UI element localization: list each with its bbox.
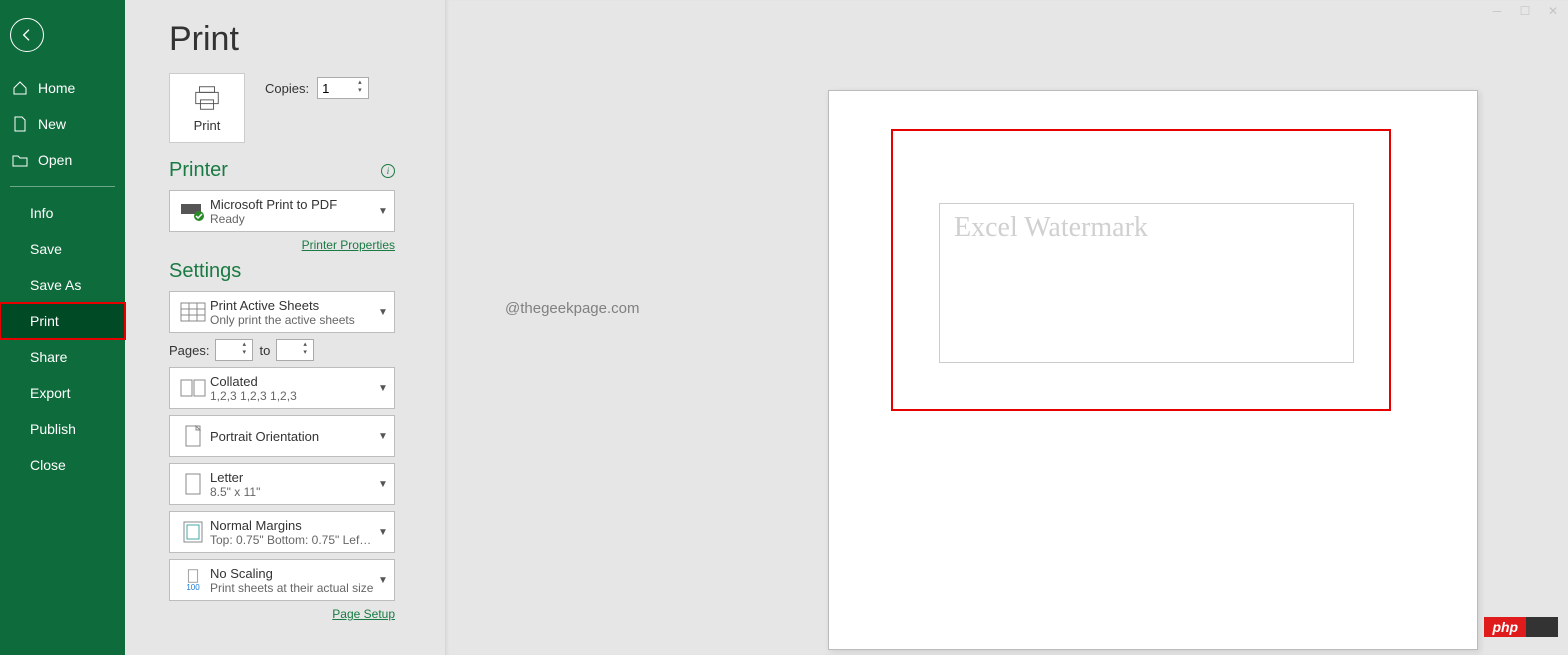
info-icon[interactable]: i [381, 164, 395, 178]
sidebar-item-home[interactable]: Home [0, 70, 125, 106]
watermark-text: Excel Watermark [954, 212, 1339, 244]
sidebar-item-print[interactable]: Print [0, 303, 125, 339]
back-button[interactable] [10, 18, 44, 52]
printer-properties-link[interactable]: Printer Properties [169, 238, 395, 252]
minimize-icon[interactable]: ─ [1484, 2, 1510, 20]
chevron-down-icon: ▼ [378, 527, 388, 538]
sidebar-label: Publish [30, 421, 76, 437]
sidebar-label: Open [38, 152, 72, 168]
sidebar-item-new[interactable]: New [0, 106, 125, 142]
print-button[interactable]: Print [169, 73, 245, 143]
spinner-up-icon[interactable]: ▴ [303, 341, 311, 349]
printer-dropdown[interactable]: Microsoft Print to PDF Ready ▼ [169, 190, 395, 232]
collation-dropdown[interactable]: Collated 1,2,3 1,2,3 1,2,3 ▼ [169, 367, 395, 409]
settings-heading: Settings [169, 260, 445, 283]
spinner-up-icon[interactable]: ▴ [358, 79, 366, 87]
page-setup-link[interactable]: Page Setup [169, 607, 395, 621]
margins-dropdown[interactable]: Normal Margins Top: 0.75" Bottom: 0.75" … [169, 511, 395, 553]
sidebar-label: Save [30, 241, 62, 257]
spinner-down-icon[interactable]: ▾ [242, 349, 250, 357]
php-badge-tail [1526, 617, 1558, 637]
pages-range-row: Pages: ▴▾ to ▴▾ [169, 339, 445, 361]
printer-name: Microsoft Print to PDF [210, 197, 378, 212]
paper-icon [176, 473, 210, 495]
annotation-highlight: Excel Watermark [891, 129, 1391, 411]
collated-icon [176, 379, 210, 397]
sidebar-label: Export [30, 385, 70, 401]
chevron-down-icon: ▼ [378, 479, 388, 490]
sidebar-label: New [38, 116, 66, 132]
sidebar-item-saveas[interactable]: Save As [0, 267, 125, 303]
sidebar-item-publish[interactable]: Publish [0, 411, 125, 447]
spinner-down-icon[interactable]: ▾ [303, 349, 311, 357]
source-badge: php [1484, 617, 1558, 637]
backstage-sidebar: Home New Open Info Save Save As Print Sh… [0, 0, 125, 655]
copies-spinner[interactable]: ▴▾ [317, 77, 369, 99]
pages-to-label: to [259, 343, 270, 358]
maximize-icon[interactable]: ☐ [1512, 2, 1538, 20]
print-settings-column: Print Print Copies: ▴▾ Printer i [125, 0, 445, 655]
margins-icon [176, 521, 210, 543]
watermark-region: Excel Watermark [939, 203, 1354, 363]
sidebar-item-close[interactable]: Close [0, 447, 125, 483]
preview-page: Excel Watermark [828, 90, 1478, 650]
print-button-label: Print [194, 118, 221, 133]
pages-to-spinner[interactable]: ▴▾ [276, 339, 314, 361]
page-title: Print [169, 20, 445, 59]
sidebar-item-save[interactable]: Save [0, 231, 125, 267]
open-icon [12, 152, 28, 168]
print-what-dropdown[interactable]: Print Active Sheets Only print the activ… [169, 291, 395, 333]
new-icon [12, 116, 28, 132]
sidebar-item-export[interactable]: Export [0, 375, 125, 411]
chevron-down-icon: ▼ [378, 383, 388, 394]
home-icon [12, 80, 28, 96]
copies-label: Copies: [265, 81, 309, 96]
portrait-icon [176, 425, 210, 447]
print-action-row: Print Copies: ▴▾ [169, 73, 445, 143]
copies-group: Copies: ▴▾ [265, 77, 369, 99]
sidebar-item-info[interactable]: Info [0, 195, 125, 231]
printer-status-icon [176, 200, 210, 222]
sidebar-label: Close [30, 457, 66, 473]
sidebar-label: Home [38, 80, 75, 96]
close-icon[interactable]: ✕ [1540, 2, 1566, 20]
window-controls: ─ ☐ ✕ [1484, 2, 1566, 20]
spinner-up-icon[interactable]: ▴ [242, 341, 250, 349]
chevron-down-icon: ▼ [378, 307, 388, 318]
spinner-down-icon[interactable]: ▾ [358, 87, 366, 95]
printer-heading: Printer i [169, 159, 395, 182]
overlay-watermark: @thegeekpage.com [505, 300, 639, 317]
sidebar-item-share[interactable]: Share [0, 339, 125, 375]
orientation-dropdown[interactable]: Portrait Orientation ▼ [169, 415, 395, 457]
php-badge-text: php [1484, 617, 1526, 637]
chevron-down-icon: ▼ [378, 575, 388, 586]
scaling-icon: 100 [176, 569, 210, 592]
pages-from-spinner[interactable]: ▴▾ [215, 339, 253, 361]
sidebar-label: Save As [30, 277, 81, 293]
sidebar-item-open[interactable]: Open [0, 142, 125, 178]
paper-size-dropdown[interactable]: Letter 8.5" x 11" ▼ [169, 463, 395, 505]
sidebar-label: Print [30, 313, 59, 329]
chevron-down-icon: ▼ [378, 431, 388, 442]
printer-icon [192, 84, 222, 112]
back-arrow-icon [19, 27, 35, 43]
printer-status: Ready [210, 212, 378, 226]
pages-label: Pages: [169, 343, 209, 358]
sidebar-label: Info [30, 205, 53, 221]
chevron-down-icon: ▼ [378, 206, 388, 217]
sheets-icon [176, 302, 210, 322]
print-preview-area: ─ ☐ ✕ @thegeekpage.com Excel Watermark p… [445, 0, 1568, 655]
main-area: Print Print Copies: ▴▾ Printer i [125, 0, 1568, 655]
scaling-dropdown[interactable]: 100 No Scaling Print sheets at their act… [169, 559, 395, 601]
sidebar-divider [10, 186, 115, 187]
sidebar-label: Share [30, 349, 67, 365]
